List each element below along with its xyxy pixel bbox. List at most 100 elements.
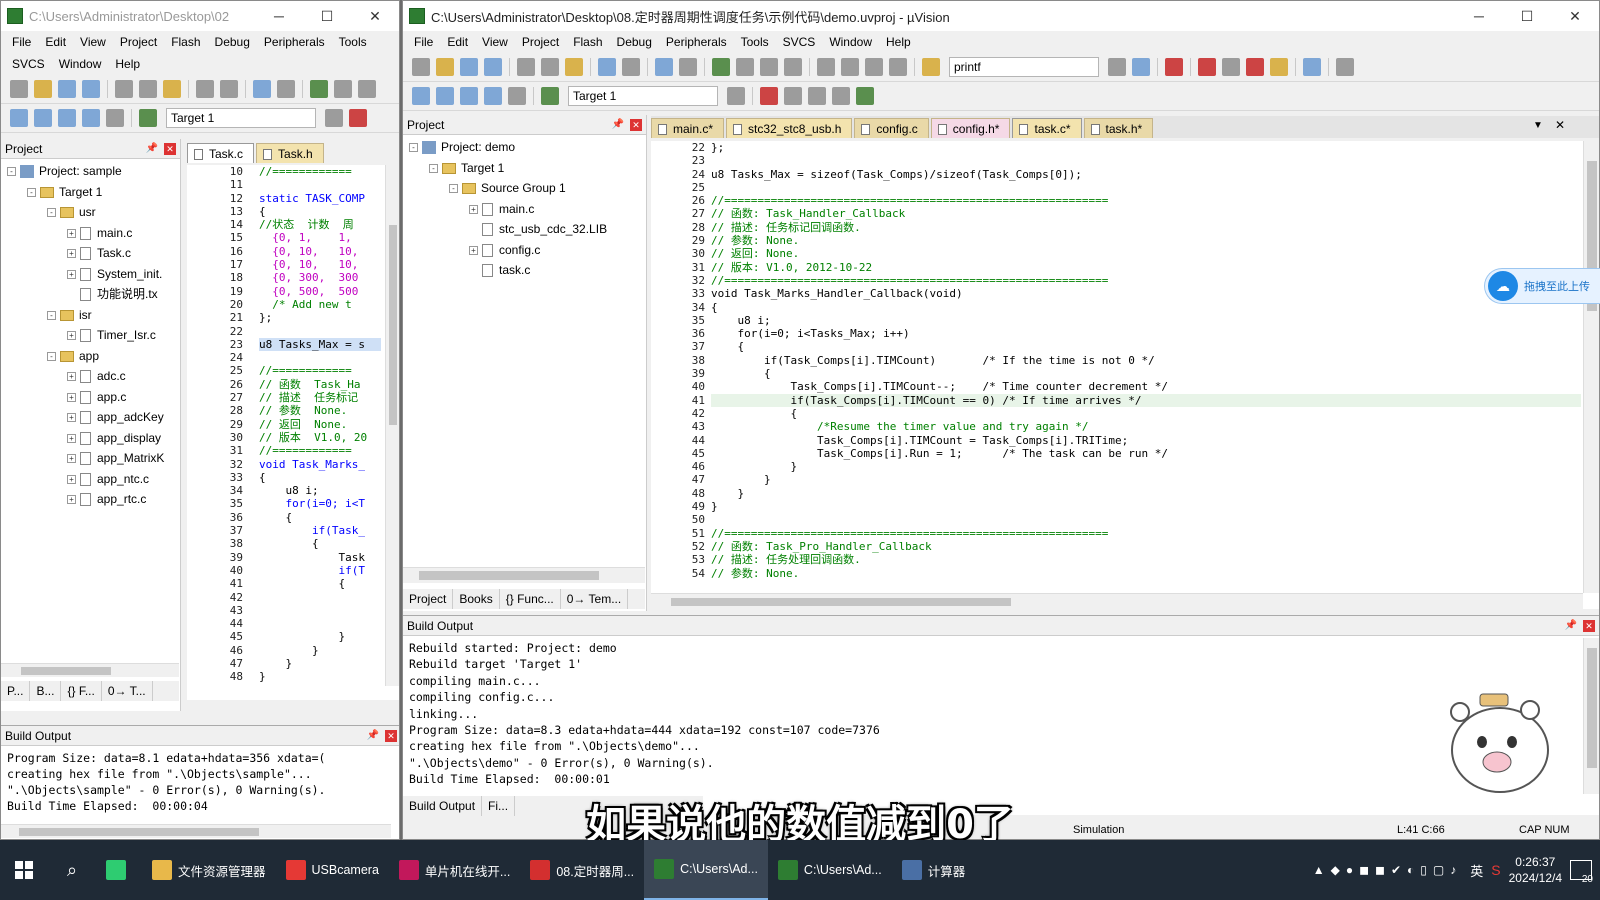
batch-build-icon[interactable] <box>484 87 502 105</box>
save-icon[interactable] <box>58 80 76 98</box>
options-wand-icon[interactable] <box>727 87 745 105</box>
rebuild-icon[interactable] <box>460 87 478 105</box>
find-icon[interactable] <box>1108 58 1126 76</box>
code-line[interactable]: // 版本: V1.0, 2012-10-22 <box>711 261 1581 274</box>
editor-tab-0[interactable]: main.c* <box>651 118 725 138</box>
tab-1[interactable]: Books <box>453 589 500 609</box>
code-line[interactable]: if(Task_Comps[i].TIMCount == 0) /* If ti… <box>711 393 1581 407</box>
code-text[interactable]: }; u8 Tasks_Max = sizeof(Task_Comps)/size… <box>711 141 1581 609</box>
new-file-icon[interactable] <box>412 58 430 76</box>
expand-toggle-icon[interactable]: + <box>469 204 478 214</box>
minimize-icon[interactable]: ─ <box>1455 8 1503 25</box>
options-wand-icon[interactable] <box>325 109 343 127</box>
debug-session-icon[interactable] <box>1165 58 1183 76</box>
panel-close-icon[interactable]: ✕ <box>630 118 642 131</box>
tab-3[interactable]: 0→ T... <box>102 681 153 701</box>
unindent-icon[interactable] <box>841 58 859 76</box>
menu-item-help[interactable]: Help <box>879 35 918 49</box>
right-titlebar[interactable]: C:\Users\Administrator\Desktop\08.定时器周期性… <box>403 1 1599 31</box>
code-line[interactable]: //======================================… <box>711 194 1581 207</box>
editor-vscrollbar[interactable] <box>385 165 399 686</box>
save-all-icon[interactable] <box>82 80 100 98</box>
ime-indicator[interactable]: 英 <box>1470 861 1483 880</box>
expand-toggle-icon[interactable]: + <box>67 433 76 443</box>
code-line[interactable]: //============ <box>259 444 381 457</box>
code-line[interactable]: static TASK_COMP <box>259 192 381 205</box>
editor-tab-1[interactable]: stc32_stc8_usb.h <box>726 118 853 138</box>
build-icon[interactable] <box>436 87 454 105</box>
expand-toggle-icon[interactable]: + <box>67 372 76 382</box>
code-line[interactable]: if(Task_ <box>259 524 381 537</box>
expand-toggle-icon[interactable]: + <box>67 474 76 484</box>
code-text[interactable]: //============ static TASK_COMP{//状态 计数 周… <box>259 165 381 700</box>
code-line[interactable]: if(T <box>259 564 381 577</box>
maximize-icon[interactable]: ☐ <box>1503 8 1551 25</box>
bookmark-clear-icon[interactable] <box>784 58 802 76</box>
code-line[interactable]: void Task_Marks_Handler_Callback(void) <box>711 287 1581 300</box>
code-line[interactable]: }; <box>259 311 381 324</box>
code-line[interactable] <box>711 513 1581 526</box>
nav-forward-icon[interactable] <box>277 80 295 98</box>
expand-toggle-icon[interactable]: - <box>27 187 36 197</box>
tab-2[interactable]: {} F... <box>61 681 102 701</box>
panel-close-icon[interactable]: ✕ <box>385 729 397 742</box>
tray-icons[interactable]: ▲◆●◼◼✔◐▯▢♪ <box>1313 863 1463 877</box>
code-line[interactable]: // 返回: None. <box>711 247 1581 260</box>
code-line[interactable]: // 函数: Task_Pro_Handler_Callback <box>711 540 1581 553</box>
menu-item-debug[interactable]: Debug <box>610 35 659 49</box>
code-line[interactable]: { <box>711 301 1581 314</box>
save-all-icon[interactable] <box>484 58 502 76</box>
search-button[interactable]: ⌕ <box>48 840 96 900</box>
new-file-icon[interactable] <box>10 80 28 98</box>
cut-icon[interactable] <box>115 80 133 98</box>
code-line[interactable]: } <box>711 487 1581 500</box>
code-line[interactable]: /*Resume the timer value and try again *… <box>711 420 1581 433</box>
breakpoint-icon[interactable] <box>1198 58 1216 76</box>
tree-item[interactable]: + main.c <box>1 223 179 244</box>
menu-item-window[interactable]: Window <box>52 57 109 71</box>
menu-item-debug[interactable]: Debug <box>208 35 257 49</box>
redo-icon[interactable] <box>622 58 640 76</box>
tree-hscrollbar[interactable] <box>1 663 179 677</box>
pin-icon[interactable]: 📌 <box>146 143 158 154</box>
taskbar-app-4[interactable]: 08.定时器周... <box>520 840 644 900</box>
menu-item-file[interactable]: File <box>5 35 38 49</box>
expand-toggle-icon[interactable]: - <box>449 184 458 194</box>
editor-tab-3[interactable]: config.h* <box>930 118 1011 138</box>
code-line[interactable]: u8 Tasks_Max = sizeof(Task_Comps)/sizeof… <box>711 168 1581 181</box>
code-line[interactable]: Task_Comps[i].TIMCount = Task_Comps[i].T… <box>711 434 1581 447</box>
start-button[interactable] <box>0 840 48 900</box>
tab-0[interactable]: P... <box>1 681 31 701</box>
build-vscrollbar[interactable] <box>1583 638 1599 794</box>
left-code-editor[interactable]: 10 11 12 13 14 15 16 17 18 19 20 21 22 23 24 25 26 27 28 29… <box>187 165 399 700</box>
pin-icon[interactable]: 📌 <box>367 730 379 741</box>
bookmark-icon[interactable] <box>712 58 730 76</box>
menu-item-file[interactable]: File <box>407 35 440 49</box>
expand-toggle-icon[interactable]: + <box>67 392 76 402</box>
expand-toggle-icon[interactable]: - <box>409 143 418 153</box>
code-line[interactable] <box>259 351 381 364</box>
build-icon[interactable] <box>34 109 52 127</box>
find-in-files-icon[interactable] <box>922 58 940 76</box>
nav-back-icon[interactable] <box>655 58 673 76</box>
expand-toggle-icon[interactable]: + <box>469 245 478 255</box>
indent-icon[interactable] <box>817 58 835 76</box>
tree-item[interactable]: + Task.c <box>1 243 179 264</box>
wrench-icon[interactable] <box>1336 58 1354 76</box>
taskbar-app-3[interactable]: 单片机在线开... <box>389 840 520 900</box>
code-line[interactable] <box>259 325 381 338</box>
expand-toggle-icon[interactable]: + <box>67 269 76 279</box>
code-line[interactable]: if(Task_Comps[i].TIMCount) /* If the tim… <box>711 354 1581 367</box>
code-line[interactable] <box>259 178 381 191</box>
code-line[interactable]: }; <box>711 141 1581 154</box>
menu-item-window[interactable]: Window <box>822 35 879 49</box>
code-line[interactable]: u8 Tasks_Max = s <box>259 337 381 352</box>
taskbar-app-0[interactable] <box>96 840 142 900</box>
taskbar-app-7[interactable]: 计算器 <box>892 840 976 900</box>
copy-icon[interactable] <box>139 80 157 98</box>
tab-1[interactable]: Fi... <box>482 796 516 816</box>
select-packs-icon[interactable] <box>784 87 802 105</box>
tree-item[interactable]: - usr <box>1 202 179 223</box>
code-line[interactable]: Task_Comps[i].Run = 1; /* The task can b… <box>711 447 1581 460</box>
taskbar-app-5[interactable]: C:\Users\Ad... <box>644 840 768 900</box>
